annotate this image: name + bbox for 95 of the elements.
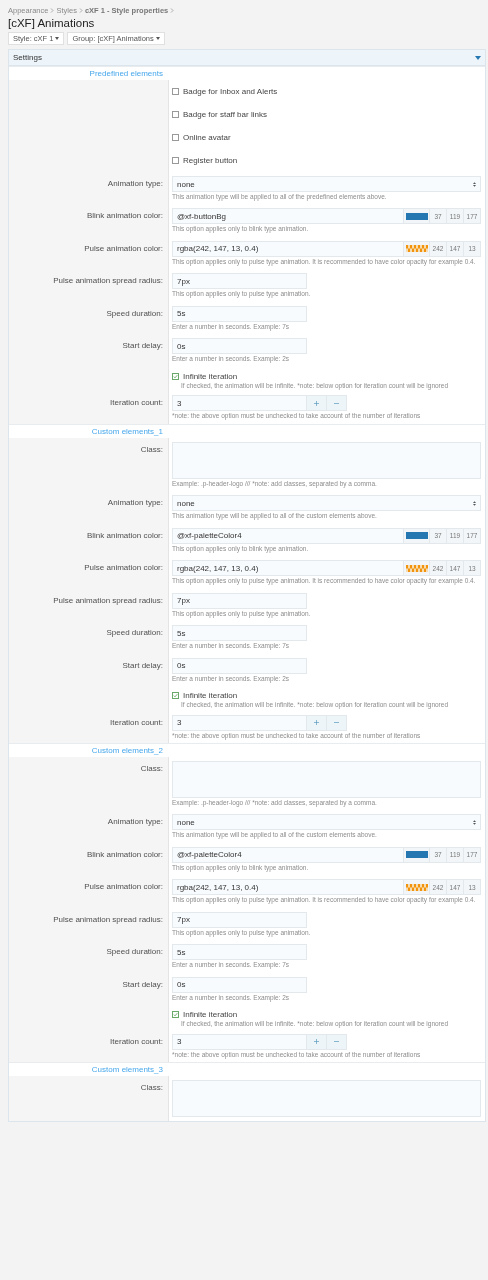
class-textarea[interactable] xyxy=(172,441,481,479)
color-swatch[interactable] xyxy=(405,883,428,891)
field-label: Speed duration: xyxy=(106,308,163,318)
caret-icon xyxy=(155,37,160,40)
checkbox-label[interactable]: Register button xyxy=(172,151,481,170)
checkbox[interactable] xyxy=(172,134,179,141)
checkbox[interactable] xyxy=(172,88,179,95)
panel-title: Settings xyxy=(13,53,42,62)
animation-type-select[interactable]: none xyxy=(172,814,481,831)
field-label: Start delay: xyxy=(122,341,163,351)
field-label: Pulse animation spread radius: xyxy=(53,914,163,924)
decrement-button[interactable] xyxy=(327,1033,347,1050)
text-field[interactable]: 7px xyxy=(172,911,307,928)
field-label: Blink animation color: xyxy=(86,849,163,859)
chevron-icon xyxy=(78,8,83,13)
color-swatch[interactable] xyxy=(405,245,428,253)
field-label: Pulse animation spread radius: xyxy=(53,276,163,286)
checkbox-label[interactable]: Infinite iteration xyxy=(172,371,481,381)
checkbox-label[interactable]: Infinite iteration xyxy=(172,691,481,701)
color-swatch[interactable] xyxy=(405,851,428,859)
dropdown-arrows-icon xyxy=(473,500,476,506)
increment-button[interactable] xyxy=(307,395,327,412)
plus-icon xyxy=(314,400,319,406)
caret-icon xyxy=(55,37,60,40)
dropdown-arrows-icon xyxy=(473,819,476,825)
number-field[interactable]: 3 xyxy=(172,714,307,731)
field-label: Pulse animation color: xyxy=(84,563,163,573)
field-label: Pulse animation spread radius: xyxy=(53,595,163,605)
minus-icon xyxy=(334,400,339,406)
checkbox[interactable] xyxy=(172,1011,179,1019)
number-field[interactable]: 3 xyxy=(172,1033,307,1050)
dropdown-arrows-icon xyxy=(473,181,476,187)
field-label: Blink animation color: xyxy=(86,530,163,540)
field-label: Animation type: xyxy=(107,179,163,188)
field-label: Iteration count: xyxy=(110,717,163,727)
checkbox[interactable] xyxy=(172,372,179,380)
collapse-caret-icon[interactable] xyxy=(475,55,481,60)
text-field[interactable]: 5s xyxy=(172,625,307,642)
section-heading: Custom elements_2 xyxy=(9,742,485,757)
field-label: Pulse animation color: xyxy=(84,243,163,253)
class-textarea[interactable] xyxy=(172,1080,481,1118)
decrement-button[interactable] xyxy=(327,395,347,412)
color-field[interactable]: rgba(242, 147, 13, 0.4) xyxy=(172,560,404,577)
minus-icon xyxy=(334,1039,339,1045)
field-label: Iteration count: xyxy=(110,1036,163,1046)
field-label: Animation type: xyxy=(107,498,163,508)
animation-type-select[interactable]: none xyxy=(172,495,481,512)
text-field[interactable]: 5s xyxy=(172,305,307,322)
section-heading: Custom elements_1 xyxy=(9,423,485,438)
field-label: Class: xyxy=(140,1083,163,1093)
color-field[interactable]: rgba(242, 147, 13, 0.4) xyxy=(172,240,404,257)
animation-type-select[interactable]: none xyxy=(172,176,481,192)
page-title: [cXF] Animations xyxy=(8,17,96,29)
decrement-button[interactable] xyxy=(327,714,347,731)
field-label: Animation type: xyxy=(107,817,163,827)
checkbox[interactable] xyxy=(172,692,179,700)
chevron-icon xyxy=(170,8,175,13)
checkbox-label[interactable]: Badge for staff bar links xyxy=(172,105,481,124)
color-field[interactable]: rgba(242, 147, 13, 0.4) xyxy=(172,879,404,896)
number-field[interactable]: 3 xyxy=(172,395,307,412)
field-label: Start delay: xyxy=(122,660,163,670)
checkbox[interactable] xyxy=(172,157,179,164)
chevron-icon xyxy=(50,8,55,13)
color-field[interactable]: @xf-paletteColor4 xyxy=(172,846,404,863)
text-field[interactable]: 0s xyxy=(172,976,307,993)
color-swatch[interactable] xyxy=(405,532,428,540)
minus-icon xyxy=(334,720,339,725)
text-field[interactable]: 0s xyxy=(172,338,307,355)
checkbox-label[interactable]: Badge for Inbox and Alerts xyxy=(172,82,481,101)
color-field[interactable]: @xf-buttonBg xyxy=(172,208,404,225)
field-label: Speed duration: xyxy=(106,628,163,638)
text-field[interactable]: 0s xyxy=(172,657,307,674)
class-textarea[interactable] xyxy=(172,760,481,798)
checkbox-label[interactable]: Online avatar xyxy=(172,128,481,147)
text-field[interactable]: 7px xyxy=(172,592,307,609)
text-field[interactable]: 5s xyxy=(172,944,307,961)
field-label: Start delay: xyxy=(122,979,163,989)
field-label: Speed duration: xyxy=(106,947,163,957)
increment-button[interactable] xyxy=(307,714,327,731)
color-swatch[interactable] xyxy=(405,212,428,220)
field-label: Iteration count: xyxy=(110,398,163,408)
checkbox-label[interactable]: Infinite iteration xyxy=(172,1010,481,1020)
field-label: Class: xyxy=(140,444,163,454)
section-heading: Predefined elements xyxy=(9,66,485,80)
color-field[interactable]: @xf-paletteColor4 xyxy=(172,527,404,544)
field-label: Pulse animation color: xyxy=(84,882,163,892)
plus-icon xyxy=(314,1039,319,1045)
text-field[interactable]: 7px xyxy=(172,273,307,290)
checkbox[interactable] xyxy=(172,111,179,118)
field-label: Blink animation color: xyxy=(86,211,163,221)
increment-button[interactable] xyxy=(307,1033,327,1050)
plus-icon xyxy=(314,720,319,725)
field-label: Class: xyxy=(140,763,163,773)
color-swatch[interactable] xyxy=(405,564,428,572)
section-heading: Custom elements_3 xyxy=(9,1062,485,1077)
